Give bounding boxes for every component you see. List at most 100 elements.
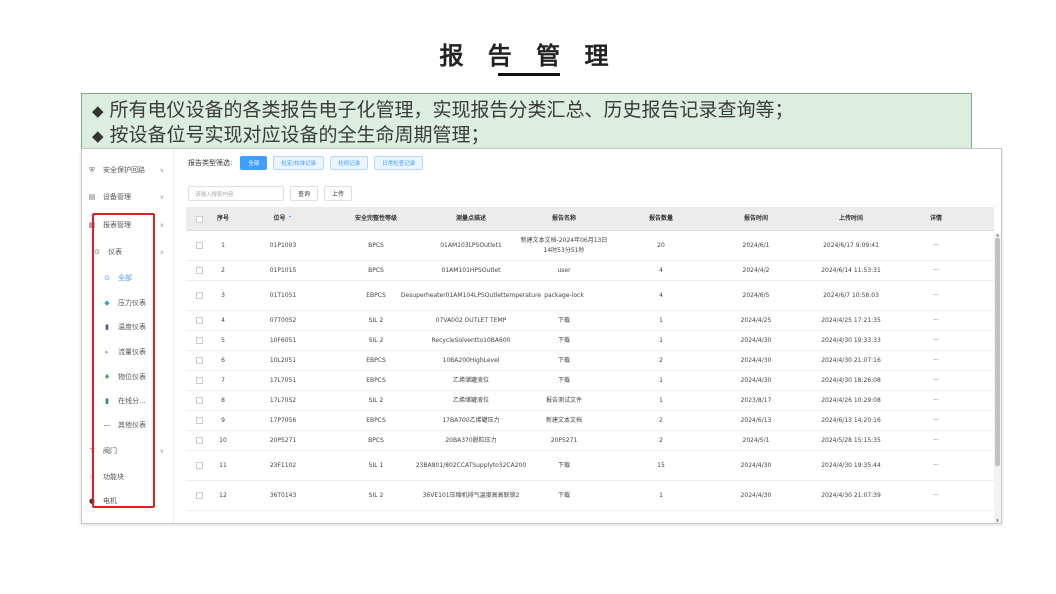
column-report-name: 报告名称 xyxy=(551,215,576,222)
table-row[interactable]: 7 17L7051 EBPCS 乙烯储罐液位 下载 1 2024/4/30 2024/4/30… xyxy=(186,371,994,391)
scroll-down-icon[interactable]: ▼ xyxy=(994,518,1001,523)
checkbox[interactable] xyxy=(195,357,203,364)
cell-sil: EBPCS xyxy=(366,356,386,364)
cell-index: 11 xyxy=(219,461,227,469)
row-checkbox[interactable] xyxy=(192,311,206,330)
filter-chip-all[interactable]: 全部 xyxy=(240,156,268,170)
row-checkbox[interactable] xyxy=(192,451,206,480)
cell-report-name: 下载 xyxy=(557,376,570,384)
checkbox[interactable] xyxy=(195,462,203,469)
table-row[interactable]: 9 17P7056 EBPCS 17BA700乙烯罐压力 新建文本文档 2 2024/6/1… xyxy=(186,411,994,431)
cell-detail[interactable]: ··· xyxy=(916,311,956,330)
checkbox[interactable] xyxy=(195,337,203,344)
table-row[interactable]: 1 01P1003 BPCS 01AM103LPSOutlet1 新建文本文档-2024… xyxy=(186,231,994,261)
filter-label: 报告类型筛选: xyxy=(188,159,233,167)
column-tag[interactable]: 位号 ⌃ xyxy=(248,207,318,231)
filter-chip-maintenance[interactable]: 检修记录 xyxy=(330,156,369,170)
row-checkbox[interactable] xyxy=(192,351,206,370)
cell-count: 1 xyxy=(659,491,663,499)
cell-tag: 17L7052 xyxy=(269,396,297,404)
cell-point: 23BA801/802CCATSupplyto32CA200 xyxy=(415,461,527,469)
cell-sil: SIL 2 xyxy=(368,336,384,344)
row-checkbox[interactable] xyxy=(192,231,206,260)
cell-tag: 10L2051 xyxy=(269,356,297,364)
cell-detail[interactable]: ··· xyxy=(916,231,956,260)
cell-upload-time: 2024/4/26 10:29:08 xyxy=(821,396,881,404)
table-row[interactable]: 4 07T0052 SIL 2 07VA002 OUTLET TEMP 下载 1 2024/… xyxy=(186,311,994,331)
cell-report-name: 报告测试文件 xyxy=(545,396,582,404)
row-checkbox[interactable] xyxy=(192,411,206,430)
checkbox[interactable] xyxy=(195,437,203,444)
table-row[interactable]: 2 01P1015 BPCS 01AM101HPSOutlet user 4 2024/4/… xyxy=(186,261,994,281)
cell-point: Desuperheater01AM104LPSOutlettemperature xyxy=(400,291,542,299)
row-checkbox[interactable] xyxy=(192,281,206,310)
cell-count: 1 xyxy=(659,396,663,404)
table-row[interactable]: 6 10L2051 EBPCS 10BA200HighLevel 下载 2 2024/4/3… xyxy=(186,351,994,371)
query-button[interactable]: 查询 xyxy=(290,186,319,201)
cell-upload-time: 2024/6/14 11:53:31 xyxy=(821,266,881,274)
scroll-up-icon[interactable]: ▲ xyxy=(994,232,1001,237)
cell-detail[interactable]: ··· xyxy=(916,331,956,350)
cell-detail[interactable]: ··· xyxy=(916,281,956,310)
chevron-up-icon: ∧ xyxy=(159,248,164,256)
cell-tag: 17P7056 xyxy=(269,416,297,424)
cell-detail[interactable]: ··· xyxy=(916,451,956,480)
vertical-scrollbar[interactable]: ▲ ▼ xyxy=(994,232,1001,523)
cell-index: 4 xyxy=(221,316,225,324)
upload-button[interactable]: 上传 xyxy=(324,186,353,201)
column-detail: 详情 xyxy=(929,215,942,222)
cell-sil: SIL 1 xyxy=(368,461,384,469)
checkbox[interactable] xyxy=(195,417,203,424)
filter-chip-calibration[interactable]: 检定/校准记录 xyxy=(273,156,325,170)
checkbox[interactable] xyxy=(195,317,203,324)
cell-upload-time: 2024/4/30 19:35:44 xyxy=(821,461,881,469)
cell-count: 4 xyxy=(659,291,663,299)
highlight-box xyxy=(92,213,155,508)
table-row[interactable]: 12 36T0143 SIL 2 36VE101压缩机排气温度高高联锁2 下载 1 2024… xyxy=(186,481,994,511)
select-all-checkbox[interactable] xyxy=(192,207,206,231)
row-checkbox[interactable] xyxy=(192,481,206,510)
bullet-icon: ◆ xyxy=(92,102,104,120)
cell-sil: BPCS xyxy=(368,266,384,274)
cell-tag: 20P5271 xyxy=(269,436,297,444)
row-checkbox[interactable] xyxy=(192,391,206,410)
cell-detail[interactable]: ··· xyxy=(916,371,956,390)
cell-detail[interactable]: ··· xyxy=(916,391,956,410)
row-checkbox[interactable] xyxy=(192,331,206,350)
checkbox[interactable] xyxy=(195,397,203,404)
cell-detail[interactable]: ··· xyxy=(916,481,956,510)
cell-detail[interactable]: ··· xyxy=(916,431,956,450)
checkbox[interactable] xyxy=(195,377,203,384)
cell-index: 8 xyxy=(221,396,225,404)
cell-detail[interactable]: ··· xyxy=(916,261,956,280)
cell-detail[interactable]: ··· xyxy=(916,351,956,370)
scroll-thumb[interactable] xyxy=(995,238,1000,466)
search-input[interactable]: 请输入搜索内容 xyxy=(188,186,284,201)
cell-sil: EBPCS xyxy=(366,416,386,424)
cell-report-time: 2024/4/30 xyxy=(740,491,772,499)
sidebar-item-device-management[interactable]: ▤ 设备管理 ∨ xyxy=(82,186,174,208)
checkbox[interactable] xyxy=(195,267,203,274)
cell-detail[interactable]: ··· xyxy=(916,411,956,430)
cell-report-name: user xyxy=(557,266,571,274)
table-row[interactable]: 5 10F6051 SIL 2 RecycleSolventto10BA600 下载 1 2… xyxy=(186,331,994,351)
table-row[interactable]: 11 23F1102 SIL 1 23BA801/802CCATSupplyto32C… xyxy=(186,451,994,481)
slide-title: 报 告 管 理 xyxy=(439,42,617,70)
row-checkbox[interactable] xyxy=(192,431,206,450)
sidebar-item-safety-loop[interactable]: ⛨ 安全保护回路 ∨ xyxy=(82,159,174,181)
checkbox[interactable] xyxy=(195,242,203,249)
table-row[interactable]: 10 20P5271 BPCS 20BA370脱粒压力 20P5271 2 2024/5/1… xyxy=(186,431,994,451)
sort-asc-icon[interactable]: ⌃ xyxy=(287,215,292,222)
cell-count: 1 xyxy=(659,376,663,384)
cell-point: 36VE101压缩机排气温度高高联锁2 xyxy=(422,491,520,499)
table-row[interactable]: 3 01T1051 EBPCS Desuperheater01AM104LPSOutl… xyxy=(186,281,994,311)
app-screenshot: ⛨ 安全保护回路 ∨ ▤ 设备管理 ∨ ▦ 报表管理 ∧ ⊙ 仪表 ∧ ⊙ 全部… xyxy=(81,148,1002,524)
checkbox[interactable] xyxy=(195,492,203,499)
table-row[interactable]: 8 17L7052 SIL 2 乙烯储罐液位 报告测试文件 1 2023/8/17 2024/… xyxy=(186,391,994,411)
filter-chip-daily-check[interactable]: 日常检查记录 xyxy=(374,156,424,170)
row-checkbox[interactable] xyxy=(192,371,206,390)
row-checkbox[interactable] xyxy=(192,261,206,280)
checkbox[interactable] xyxy=(195,292,203,299)
column-tag-label: 位号 xyxy=(273,215,286,222)
chevron-down-icon: ∨ xyxy=(159,447,164,455)
